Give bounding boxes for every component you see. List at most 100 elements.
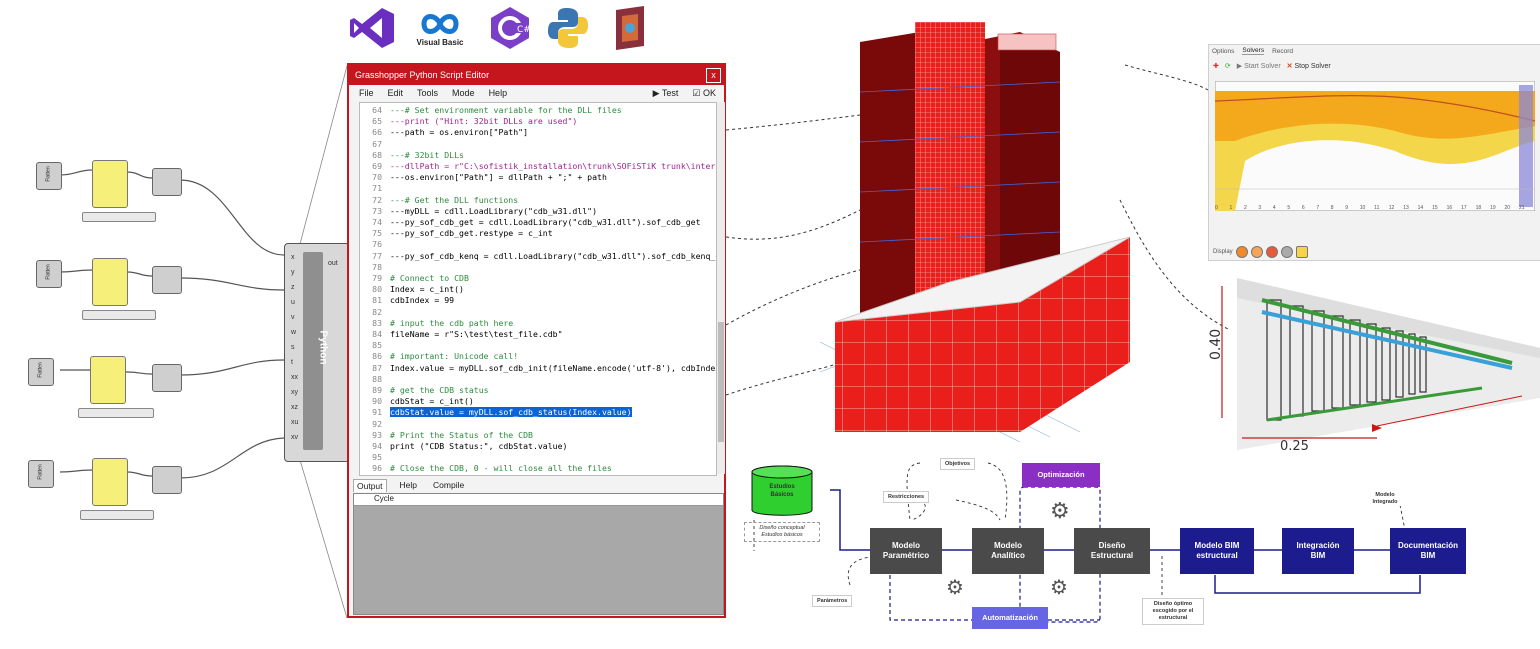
line-number: 88: [372, 373, 382, 384]
reset-icon[interactable]: ⟳: [1225, 62, 1231, 70]
component-node[interactable]: [152, 168, 182, 196]
code-line: cdbStat = c_int(): [390, 396, 474, 407]
input-port-label[interactable]: s: [291, 344, 295, 351]
x-tick-label: 20: [1504, 205, 1511, 211]
podium-front: [835, 302, 1020, 432]
tab-record[interactable]: Record: [1272, 48, 1293, 55]
line-number: 93: [372, 429, 382, 440]
code-line: ---myDLL = cdll.LoadLibrary("cdb_w31.dll…: [390, 205, 598, 216]
tab-compile[interactable]: Compile: [430, 479, 467, 492]
component-node[interactable]: [152, 266, 182, 294]
tab-output[interactable]: Output: [353, 479, 387, 492]
display-red-icon[interactable]: [1265, 246, 1278, 258]
output-panel: Cycle: [353, 493, 724, 615]
dimension-vertical-label: 0.40: [1208, 329, 1224, 360]
input-port-label[interactable]: xx: [291, 374, 298, 381]
line-number: 92: [372, 418, 382, 429]
solver-toolbar: ✚ ⟳ ▶ Start Solver ✕ Stop Solver: [1209, 57, 1540, 75]
radiation-icon[interactable]: [1295, 246, 1308, 258]
restricciones-tag: Restricciones: [883, 491, 930, 503]
code-editor[interactable]: 64 ---# Set environment variable for the …: [359, 102, 717, 476]
menu-file[interactable]: File: [359, 88, 374, 98]
tab-help[interactable]: Help: [397, 479, 420, 492]
optimizacion-box: Optimización: [1022, 463, 1100, 487]
panel-node[interactable]: [92, 458, 128, 506]
line-number: 83: [372, 317, 382, 328]
code-line: print ("CDB Status:", cdbStat.value): [390, 441, 568, 451]
flatten-node[interactable]: Flatten: [28, 358, 54, 386]
pin-icon[interactable]: ✚: [1213, 62, 1219, 70]
input-port-label[interactable]: xy: [291, 389, 298, 396]
line-number: 65: [372, 116, 382, 127]
x-tick-label: 5: [1287, 205, 1291, 211]
display-gradient-icon[interactable]: [1250, 246, 1263, 258]
input-port-label[interactable]: xz: [291, 404, 298, 411]
input-port-label[interactable]: w: [291, 329, 296, 336]
line-number: 95: [372, 452, 382, 463]
line-number: 82: [372, 306, 382, 317]
solver-x-ticks: 0 1 2 3 4 5 6 7 8 9 10 11 12 13 14 15 16 17 18 19 20 21: [1215, 205, 1535, 213]
x-tick-label: 2: [1243, 205, 1247, 211]
code-line: # get the CDB status: [390, 385, 489, 395]
gear-icon: ⚙: [1050, 577, 1068, 599]
line-number: 74: [372, 217, 382, 227]
number-slider[interactable]: [80, 510, 154, 520]
ok-button[interactable]: ☑ OK: [692, 88, 716, 99]
flatten-node[interactable]: Flatten: [28, 460, 54, 488]
component-node[interactable]: [152, 364, 182, 392]
menu-mode[interactable]: Mode: [452, 88, 475, 98]
number-slider[interactable]: [78, 408, 154, 418]
input-port-label[interactable]: z: [291, 284, 295, 291]
python-component[interactable]: Python out x y z u v w s t xx xy xz xu xv: [284, 243, 350, 462]
component-node[interactable]: [152, 466, 182, 494]
diseno-estructural-box: Diseño Estructural: [1074, 528, 1150, 574]
input-port-label[interactable]: t: [291, 359, 293, 366]
input-port-label[interactable]: x: [291, 254, 295, 261]
input-port-label[interactable]: xu: [291, 419, 298, 426]
ok-label: OK: [702, 87, 716, 98]
input-port-label[interactable]: y: [291, 269, 295, 276]
visual-studio-logo-icon: [346, 4, 398, 52]
flatten-node[interactable]: Flatten: [36, 162, 62, 190]
menu-edit[interactable]: Edit: [388, 88, 404, 98]
input-port-label[interactable]: u: [291, 299, 295, 306]
input-port-label[interactable]: xv: [291, 434, 298, 441]
x-tick-label: 9: [1345, 205, 1349, 211]
stop-solver-button[interactable]: ✕ Stop Solver: [1287, 62, 1331, 70]
menu-tools[interactable]: Tools: [417, 88, 438, 98]
close-button[interactable]: x: [706, 68, 721, 83]
x-tick-label: 16: [1446, 205, 1453, 211]
tab-options[interactable]: Options: [1212, 48, 1234, 55]
output-port-label: out: [328, 260, 338, 267]
x-tick-label: 10: [1359, 205, 1366, 211]
x-tick-label: 6: [1301, 205, 1305, 211]
number-slider[interactable]: [82, 310, 156, 320]
code-scrollbar[interactable]: [717, 102, 725, 474]
display-gray-icon[interactable]: [1280, 246, 1293, 258]
editor-titlebar: Grasshopper Python Script Editor x: [349, 65, 724, 85]
stop-icon: ✕: [1286, 63, 1293, 70]
code-line: # Close the CDB, 0 - will close all the …: [390, 463, 612, 474]
code-line: Index = c_int(): [390, 284, 464, 295]
line-number: 76: [372, 239, 382, 250]
menu-help[interactable]: Help: [489, 88, 508, 98]
panel-node[interactable]: [90, 356, 126, 404]
scrollbar-thumb[interactable]: [718, 322, 724, 442]
start-solver-button[interactable]: ▶ Start Solver: [1237, 62, 1281, 70]
flatten-node[interactable]: Flatten: [36, 260, 62, 288]
panel-node[interactable]: [92, 160, 128, 208]
python-component-body: Python: [303, 252, 328, 450]
line-number: 72: [372, 194, 382, 205]
tab-solvers[interactable]: Solvers: [1242, 47, 1265, 55]
display-orange-icon[interactable]: [1235, 246, 1248, 258]
number-slider[interactable]: [82, 212, 156, 222]
panel-node[interactable]: [92, 258, 128, 306]
parametros-tag: Parámetros: [812, 595, 853, 607]
test-button[interactable]: ▶ Test: [653, 88, 679, 99]
input-port-label[interactable]: v: [291, 314, 295, 321]
line-number: 77: [372, 250, 382, 261]
code-line: fileName = r"S:\test\test_file.cdb": [390, 329, 563, 339]
line-number: 87: [372, 362, 382, 373]
visual-basic-label: Visual Basic: [416, 37, 464, 47]
solver-fitness-graph: [1215, 81, 1535, 211]
